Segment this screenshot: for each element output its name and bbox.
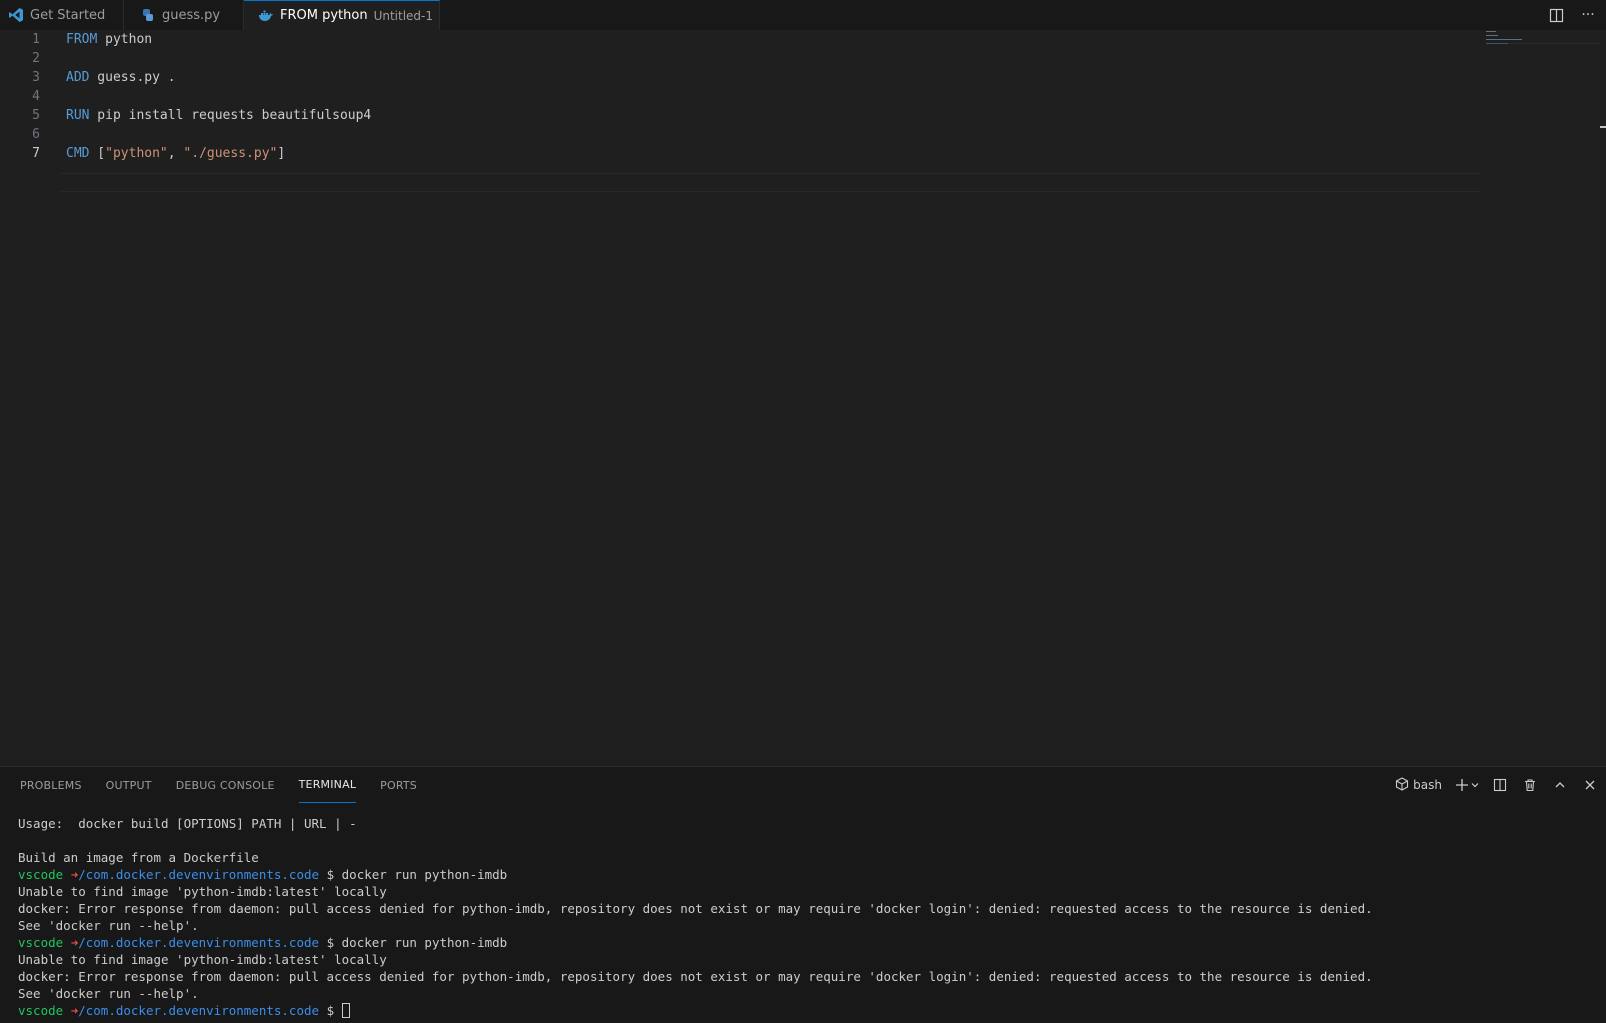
prompt-command: docker run python-imdb (341, 935, 508, 950)
terminal-output[interactable]: Usage: docker build [OPTIONS] PATH | URL… (18, 815, 1598, 1019)
code-line: 5 RUN pip install requests beautifulsoup… (0, 106, 1480, 125)
tab-sublabel: Untitled-1 (373, 8, 434, 23)
code-text: pip install requests beautifulsoup4 (89, 108, 372, 123)
panel-tabs: PROBLEMS OUTPUT DEBUG CONSOLE TERMINAL P… (20, 767, 417, 803)
editor-actions: ··· (1546, 0, 1598, 30)
prompt-path: /com.docker.devenvironments.code (78, 1003, 320, 1018)
current-line-highlight (60, 173, 1480, 192)
close-panel-icon[interactable] (1580, 775, 1600, 795)
prompt-symbol: $ (326, 1003, 335, 1018)
tab-guess-py[interactable]: guess.py (124, 0, 244, 30)
docker-icon (258, 8, 274, 24)
line-number: 6 (32, 127, 40, 142)
scrollbar-cursor-marker (1600, 126, 1606, 128)
prompt-symbol: $ (326, 867, 335, 882)
tab-label: FROM python (280, 8, 368, 23)
more-actions-icon[interactable]: ··· (1578, 5, 1598, 25)
code-text: guess.py . (89, 70, 176, 85)
terminal-prompt-line: vscode ➜/com.docker.devenvironments.code… (18, 866, 1598, 883)
python-icon (140, 7, 156, 23)
line-number: 1 (32, 32, 40, 47)
tab-ports[interactable]: PORTS (380, 767, 417, 803)
terminal-cube-icon (1395, 776, 1409, 794)
terminal-line-error: docker: Error response from daemon: pull… (18, 969, 1373, 984)
split-editor-icon[interactable] (1546, 5, 1566, 25)
code-editor[interactable]: 1 FROM python 2 3 ADD guess.py . 4 5 RUN… (0, 30, 1606, 766)
terminal-prompt-line: vscode ➜/com.docker.devenvironments.code… (18, 934, 1598, 951)
tab-problems[interactable]: PROBLEMS (20, 767, 82, 803)
terminal-line: Unable to find image 'python-imdb:latest… (18, 884, 387, 899)
shell-name: bash (1413, 778, 1442, 792)
tab-terminal[interactable]: TERMINAL (298, 767, 357, 803)
line-number: 4 (32, 89, 40, 104)
code-text: [ (89, 146, 106, 161)
editor-tab-bar: Get Started guess.py FROM python Untitle… (0, 0, 1606, 30)
terminal-cursor[interactable] (341, 1003, 350, 1018)
maximize-panel-icon[interactable] (1550, 775, 1570, 795)
chevron-down-icon[interactable] (1470, 775, 1480, 795)
keyword: RUN (66, 108, 90, 123)
keyword: FROM (66, 32, 98, 47)
tab-label: Get Started (30, 7, 106, 23)
code-line: 3 ADD guess.py . (0, 68, 1480, 87)
terminal-line: See 'docker run --help'. (18, 918, 199, 933)
terminal-prompt-line: vscode ➜/com.docker.devenvironments.code… (18, 1002, 1598, 1019)
terminal-line: Unable to find image 'python-imdb:latest… (18, 952, 387, 967)
code-text: python (97, 32, 153, 47)
terminal-line: Build an image from a Dockerfile (18, 850, 259, 865)
tab-label: guess.py (162, 7, 221, 23)
terminal-line-error: docker: Error response from daemon: pull… (18, 901, 1373, 916)
tab-get-started[interactable]: Get Started (0, 0, 124, 30)
code-line: 6 (0, 125, 1480, 144)
code-line: 4 (0, 87, 1480, 106)
keyword: CMD (66, 146, 90, 161)
prompt-user: vscode (18, 867, 64, 882)
minimap[interactable] (1486, 30, 1600, 50)
prompt-path: /com.docker.devenvironments.code (78, 935, 320, 950)
prompt-user: vscode (18, 1003, 64, 1018)
string-literal: "./guess.py" (183, 146, 278, 161)
trash-icon[interactable] (1520, 775, 1540, 795)
line-number: 3 (32, 70, 40, 85)
keyword: ADD (66, 70, 90, 85)
tab-debug-console[interactable]: DEBUG CONSOLE (176, 767, 275, 803)
line-number: 7 (32, 146, 40, 161)
vscode-logo-icon (8, 7, 24, 23)
bottom-panel: PROBLEMS OUTPUT DEBUG CONSOLE TERMINAL P… (0, 766, 1606, 1023)
code-text: ] (277, 146, 286, 161)
terminal-line: Usage: docker build [OPTIONS] PATH | URL… (18, 816, 357, 831)
tab-output[interactable]: OUTPUT (106, 767, 152, 803)
code-line-active: 7 CMD ["python", "./guess.py"] (0, 144, 1480, 163)
prompt-command: docker run python-imdb (341, 867, 508, 882)
prompt-path: /com.docker.devenvironments.code (78, 867, 320, 882)
code-line: 2 (0, 49, 1480, 68)
prompt-symbol: $ (326, 935, 335, 950)
prompt-user: vscode (18, 935, 64, 950)
terminal-line: See 'docker run --help'. (18, 986, 199, 1001)
split-terminal-icon[interactable] (1490, 775, 1510, 795)
terminal-shell-selector[interactable]: bash (1395, 776, 1442, 794)
panel-actions: bash (1395, 775, 1600, 795)
code-text: , (167, 146, 184, 161)
tab-untitled-1[interactable]: FROM python Untitled-1 (244, 0, 440, 30)
code-line: 1 FROM python (0, 30, 1480, 49)
new-terminal-icon[interactable] (1452, 775, 1472, 795)
line-number: 2 (32, 51, 40, 66)
string-literal: "python" (105, 146, 168, 161)
line-number: 5 (32, 108, 40, 123)
